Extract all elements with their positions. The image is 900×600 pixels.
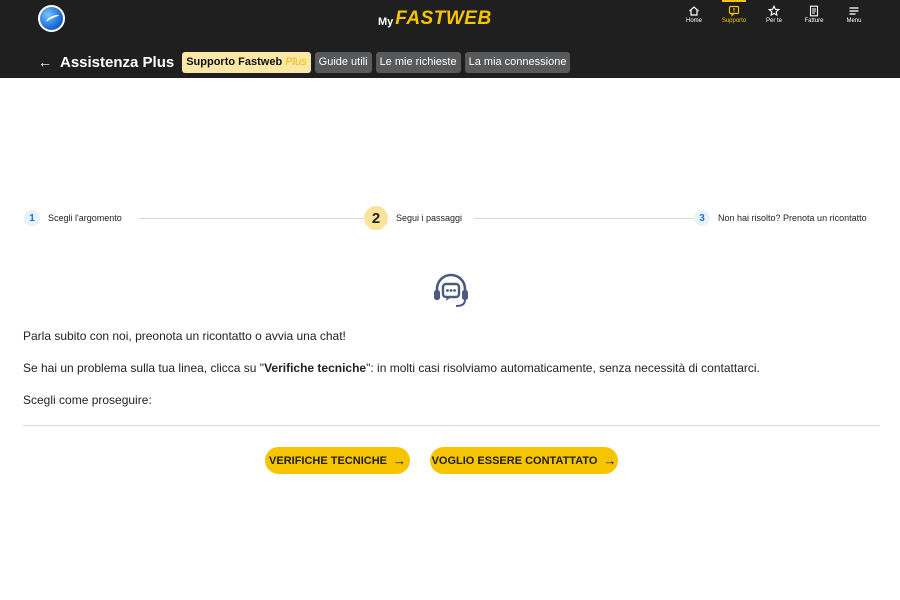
tab-la-mia-connessione[interactable]: La mia connessione bbox=[464, 51, 571, 73]
step-3: 3 Non hai risolto? Prenota un ricontatto bbox=[694, 206, 867, 230]
nav-label-home: Home bbox=[685, 18, 702, 24]
sub-navigation: ← Assistenza Plus Supporto Fastweb Plus … bbox=[38, 51, 574, 73]
top-nav: Home Supporto Per te Fatture Menu bbox=[674, 0, 874, 31]
step-label: Non hai risolto? Prenota un ricontatto bbox=[718, 213, 867, 223]
nav-item-menu[interactable]: Menu bbox=[834, 5, 874, 31]
divider bbox=[23, 425, 880, 426]
choose-text: Scegli come proseguire: bbox=[23, 393, 152, 407]
support-icon bbox=[728, 5, 740, 17]
menu-icon bbox=[849, 7, 859, 15]
tab-le-mie-richieste[interactable]: Le mie richieste bbox=[375, 51, 461, 73]
step-number-current: 2 bbox=[364, 206, 388, 230]
myfastweb-logo[interactable]: My FASTWEB bbox=[378, 8, 492, 30]
contact-me-button[interactable]: VOGLIO ESSERE CONTATTATO → bbox=[430, 447, 618, 474]
technical-checks-button[interactable]: VERIFICHE TECNICHE → bbox=[265, 447, 410, 474]
step-number: 1 bbox=[24, 210, 40, 226]
nav-label-menu: Menu bbox=[846, 18, 862, 24]
progress-stepper: 1 Scegli l'argomento 2 Segui i passaggi … bbox=[24, 206, 880, 230]
nav-label-per-te: Per te bbox=[765, 18, 782, 24]
tab-supporto-fastweb-plus[interactable]: Supporto Fastweb Plus bbox=[182, 51, 311, 73]
step-1: 1 Scegli l'argomento bbox=[24, 206, 122, 230]
tab-label: Supporto Fastweb bbox=[186, 55, 283, 68]
tab-guide-utili[interactable]: Guide utili bbox=[314, 51, 372, 73]
nav-item-per-te[interactable]: Per te bbox=[754, 5, 794, 31]
fastweb-globe-logo-icon[interactable] bbox=[38, 5, 65, 32]
brand-prefix: My bbox=[378, 16, 394, 28]
intro-text: Parla subito con noi, preonota un ricont… bbox=[23, 329, 346, 343]
home-icon bbox=[689, 6, 699, 16]
top-header: My FASTWEB Home Supporto Per te Fatture … bbox=[0, 0, 900, 78]
page-title: Assistenza Plus bbox=[60, 53, 175, 71]
arrow-right-icon: → bbox=[392, 453, 406, 468]
step-label: Segui i passaggi bbox=[396, 213, 463, 223]
star-icon bbox=[768, 5, 780, 17]
back-arrow-icon[interactable]: ← bbox=[38, 54, 52, 70]
step-label: Scegli l'argomento bbox=[48, 213, 122, 223]
step-connector bbox=[474, 218, 694, 219]
hint-prefix: Se hai un problema sulla tua linea, clic… bbox=[23, 361, 265, 375]
plus-badge: Plus bbox=[285, 55, 307, 68]
step-connector bbox=[139, 218, 379, 219]
brand-name: FASTWEB bbox=[395, 8, 492, 29]
nav-label-supporto: Supporto bbox=[721, 18, 747, 24]
invoice-icon bbox=[809, 5, 819, 17]
step-2: 2 Segui i passaggi bbox=[364, 206, 469, 230]
hint-suffix: ": in molti casi risolviamo automaticame… bbox=[366, 361, 760, 375]
nav-item-home[interactable]: Home bbox=[674, 5, 714, 31]
nav-item-fatture[interactable]: Fatture bbox=[794, 5, 834, 31]
arrow-right-icon: → bbox=[603, 453, 617, 468]
support-headset-chat-icon bbox=[434, 273, 468, 307]
hint-bold: Verifiche tecniche bbox=[264, 361, 367, 375]
button-label: VOGLIO ESSERE CONTATTATO bbox=[431, 454, 598, 467]
step-number: 3 bbox=[694, 210, 710, 226]
nav-label-fatture: Fatture bbox=[804, 18, 824, 24]
active-indicator bbox=[722, 0, 746, 2]
nav-item-supporto[interactable]: Supporto bbox=[714, 0, 754, 31]
technical-checks-hint: Se hai un problema sulla tua linea, clic… bbox=[23, 361, 760, 375]
button-label: VERIFICHE TECNICHE bbox=[269, 454, 387, 467]
